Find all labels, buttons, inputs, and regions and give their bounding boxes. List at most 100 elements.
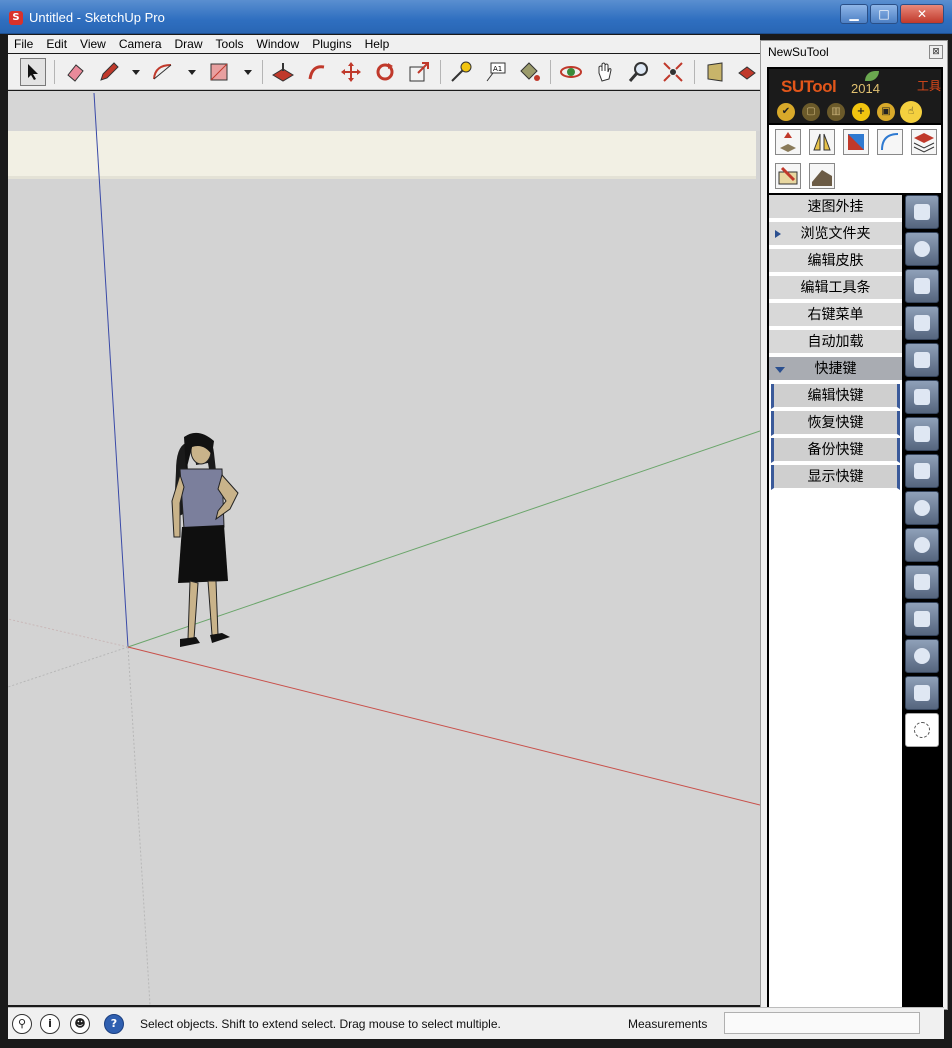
save-button[interactable]: ▣ bbox=[877, 103, 895, 121]
menu-file[interactable]: File bbox=[14, 37, 33, 51]
sketchup-logo-icon: S bbox=[9, 11, 23, 25]
section-tool-button[interactable] bbox=[702, 58, 728, 86]
menu-row-plugin-hub[interactable]: 速图外挂 bbox=[769, 195, 902, 220]
eraser-tool-button[interactable] bbox=[62, 58, 88, 86]
pan-tool-button[interactable] bbox=[592, 58, 618, 86]
side-tool-1[interactable] bbox=[905, 195, 939, 229]
menu-tools[interactable]: Tools bbox=[216, 37, 244, 51]
menu-row-auto-load[interactable]: 自动加载 bbox=[769, 330, 902, 355]
menu-edit[interactable]: Edit bbox=[46, 37, 67, 51]
new-button[interactable]: ▢ bbox=[802, 103, 820, 121]
title-bar: S Untitled - SketchUp Pro ▁ □ ✕ bbox=[0, 0, 952, 34]
side-tool-13[interactable] bbox=[905, 639, 939, 673]
drawing-viewport[interactable] bbox=[8, 91, 760, 1005]
push-pull-tool-button[interactable] bbox=[270, 58, 296, 86]
sutool-tool-label[interactable]: 工具 bbox=[917, 77, 941, 94]
close-button[interactable]: ✕ bbox=[900, 4, 944, 24]
rotate-tool-button[interactable] bbox=[372, 58, 398, 86]
side-tool-3[interactable] bbox=[905, 269, 939, 303]
menu-help[interactable]: Help bbox=[365, 37, 390, 51]
face-color-icon[interactable] bbox=[843, 129, 869, 155]
info-icon[interactable]: i bbox=[40, 1014, 60, 1034]
tape-measure-tool-button[interactable] bbox=[448, 58, 474, 86]
user-icon[interactable]: ☻ bbox=[70, 1014, 90, 1034]
sutool-year: 2014 bbox=[851, 81, 880, 96]
red-axis-dotted bbox=[8, 618, 129, 648]
measurements-input[interactable] bbox=[724, 1012, 920, 1034]
side-tool-2[interactable] bbox=[905, 232, 939, 266]
person-figure[interactable] bbox=[171, 432, 239, 647]
side-tool-14[interactable] bbox=[905, 676, 939, 710]
scale-tool-button[interactable] bbox=[406, 58, 432, 86]
side-tool-12[interactable] bbox=[905, 602, 939, 636]
orbit-tool-button[interactable] bbox=[558, 58, 584, 86]
add-button[interactable]: + bbox=[852, 103, 870, 121]
arc-icon bbox=[153, 64, 172, 80]
extrude-icon[interactable] bbox=[775, 129, 801, 155]
menu-window[interactable]: Window bbox=[257, 37, 300, 51]
check-button[interactable]: ✔ bbox=[777, 103, 795, 121]
menu-row-edit-skin[interactable]: 编辑皮肤 bbox=[769, 249, 902, 274]
menu-row-context-menu[interactable]: 右键菜单 bbox=[769, 303, 902, 328]
panel-title: NewSuTool bbox=[768, 45, 829, 59]
settings-button[interactable]: ☝ bbox=[902, 103, 920, 121]
menu-row-shortcuts[interactable]: 快捷键 bbox=[769, 357, 902, 382]
menu-row-edit-toolbar[interactable]: 编辑工具条 bbox=[769, 276, 902, 301]
menu-row-browse-folder[interactable]: 浏览文件夹 bbox=[769, 222, 902, 247]
maximize-button[interactable]: □ bbox=[870, 4, 898, 24]
menu-bar: File Edit View Camera Draw Tools Window … bbox=[8, 35, 760, 53]
select-tool-button[interactable] bbox=[20, 58, 46, 86]
arc-curve-icon[interactable] bbox=[877, 129, 903, 155]
rectangle-tool-button[interactable] bbox=[206, 58, 232, 86]
paint-bucket-icon bbox=[520, 62, 540, 81]
select-arrow-icon bbox=[28, 64, 38, 80]
side-tool-6[interactable] bbox=[905, 380, 939, 414]
zoom-extents-tool-button[interactable] bbox=[660, 58, 686, 86]
side-tool-10[interactable] bbox=[905, 528, 939, 562]
text-tool-button[interactable]: A1 bbox=[482, 58, 508, 86]
menu-plugins[interactable]: Plugins bbox=[312, 37, 351, 51]
pencil-dropdown-icon[interactable] bbox=[132, 70, 140, 75]
scale-icon bbox=[409, 62, 429, 82]
component-tool-button[interactable] bbox=[734, 58, 760, 86]
help-icon[interactable]: ? bbox=[104, 1014, 124, 1034]
side-tool-7[interactable] bbox=[905, 417, 939, 451]
delete-button[interactable]: ▥ bbox=[827, 103, 845, 121]
side-tool-15[interactable] bbox=[905, 713, 939, 747]
side-tool-8[interactable] bbox=[905, 454, 939, 488]
follow-me-tool-button[interactable] bbox=[304, 58, 330, 86]
scene-canvas bbox=[8, 92, 760, 1005]
side-tool-4[interactable] bbox=[905, 306, 939, 340]
collapse-arrow-icon bbox=[775, 367, 785, 373]
menu-row-show-shortcuts[interactable]: 显示快键 bbox=[771, 465, 900, 490]
menu-view[interactable]: View bbox=[80, 37, 106, 51]
menu-row-restore-shortcuts[interactable]: 恢复快键 bbox=[771, 411, 900, 436]
leaf-icon bbox=[865, 71, 879, 81]
menu-row-backup-shortcuts[interactable]: 备份快键 bbox=[771, 438, 900, 463]
paint-bucket-tool-button[interactable] bbox=[516, 58, 542, 86]
arc-dropdown-icon[interactable] bbox=[188, 70, 196, 75]
side-tool-11[interactable] bbox=[905, 565, 939, 599]
terrain-icon[interactable] bbox=[809, 163, 835, 189]
move-tool-button[interactable] bbox=[338, 58, 364, 86]
mirror-icon[interactable] bbox=[809, 129, 835, 155]
newsutool-panel: NewSuTool ⊠ SUTool 2014 工具 ✔ ▢ ▥ + ▣ ☝ 速… bbox=[760, 40, 948, 1010]
rectangle-dropdown-icon[interactable] bbox=[244, 70, 252, 75]
section-plane-icon bbox=[707, 62, 723, 82]
pencil-icon bbox=[100, 62, 119, 81]
layers-icon[interactable] bbox=[911, 129, 937, 155]
arc-tool-button[interactable] bbox=[150, 58, 176, 86]
side-tool-9[interactable] bbox=[905, 491, 939, 525]
minimize-button[interactable]: ▁ bbox=[840, 4, 868, 24]
panel-close-button[interactable]: ⊠ bbox=[929, 45, 943, 59]
menu-row-edit-shortcuts[interactable]: 编辑快键 bbox=[771, 384, 900, 409]
side-tool-5[interactable] bbox=[905, 343, 939, 377]
menu-camera[interactable]: Camera bbox=[119, 37, 162, 51]
geo-location-icon[interactable]: ⚲ bbox=[12, 1014, 32, 1034]
pencil-tool-button[interactable] bbox=[96, 58, 122, 86]
menu-draw[interactable]: Draw bbox=[175, 37, 203, 51]
blue-axis bbox=[93, 92, 129, 648]
pencil-tag-icon[interactable] bbox=[775, 163, 801, 189]
zoom-extents-icon bbox=[663, 62, 683, 82]
zoom-tool-button[interactable] bbox=[626, 58, 652, 86]
